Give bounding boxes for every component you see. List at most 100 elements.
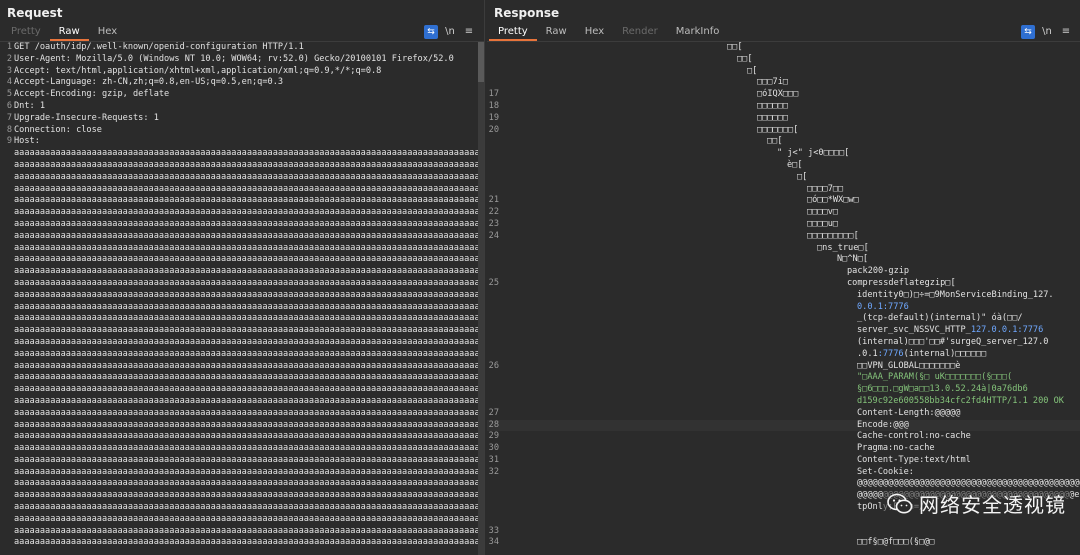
line-number	[487, 502, 501, 514]
menu-icon[interactable]: ≡	[462, 25, 476, 39]
host-filler-text: aaaaaaaaaaaaaaaaaaaaaaaaaaaaaaaaaaaaaaaa…	[14, 183, 484, 194]
request-line: aaaaaaaaaaaaaaaaaaaaaaaaaaaaaaaaaaaaaaaa…	[0, 266, 484, 278]
host-filler-text: aaaaaaaaaaaaaaaaaaaaaaaaaaaaaaaaaaaaaaaa…	[14, 372, 484, 383]
request-tab-pretty: Pretty	[11, 26, 41, 37]
line-text: □□□□□□□□□[	[807, 230, 859, 241]
host-filler-text: aaaaaaaaaaaaaaaaaaaaaaaaaaaaaaaaaaaaaaaa…	[14, 301, 484, 312]
line-number: 32	[488, 466, 499, 477]
line-number	[487, 184, 501, 196]
response-tab-pretty[interactable]: Pretty	[489, 24, 537, 41]
line-text: server_svc_NSSVC_HTTP_127.0.0.1:7776	[857, 325, 1044, 336]
request-scrollbar[interactable]	[478, 42, 484, 555]
line-number: 24	[488, 230, 499, 241]
line-number: 9	[6, 136, 12, 147]
line-text: □[	[797, 171, 808, 182]
line-number	[487, 54, 501, 66]
response-line: 26 □□VPN_GLOBAL□□□□□□□è	[487, 361, 1080, 373]
response-line: 23 □□□□u□	[487, 219, 1080, 231]
line-number	[0, 302, 14, 314]
request-line: 8 Connection: close	[0, 125, 484, 137]
request-line: aaaaaaaaaaaaaaaaaaaaaaaaaaaaaaaaaaaaaaaa…	[0, 526, 484, 538]
line-number: 3	[6, 65, 12, 76]
host-filler-text: aaaaaaaaaaaaaaaaaaaaaaaaaaaaaaaaaaaaaaaa…	[14, 525, 484, 536]
newline-icon[interactable]: \n	[443, 25, 457, 39]
line-number	[0, 467, 14, 479]
host-filler-text: aaaaaaaaaaaaaaaaaaaaaaaaaaaaaaaaaaaaaaaa…	[14, 490, 484, 501]
line-number: 2	[6, 53, 12, 64]
line-number	[487, 136, 501, 148]
line-number: 19	[488, 112, 499, 123]
line-number	[487, 172, 501, 184]
wrap-icon[interactable]: ⇆	[424, 24, 438, 39]
line-number	[487, 478, 501, 490]
line-text: Connection: close	[14, 124, 102, 135]
request-line: 2 User-Agent: Mozilla/5.0 (Windows NT 10.…	[0, 54, 484, 66]
response-line: §□6□□□.□gW□a□□13.0.52.24à|0a76db6	[487, 384, 1080, 396]
line-number	[0, 349, 14, 361]
response-line: □[	[487, 172, 1080, 184]
request-line: 5 Accept-Encoding: gzip, deflate	[0, 89, 484, 101]
response-line: □□[	[487, 42, 1080, 54]
request-line: aaaaaaaaaaaaaaaaaaaaaaaaaaaaaaaaaaaaaaaa…	[0, 514, 484, 526]
host-filler-text: aaaaaaaaaaaaaaaaaaaaaaaaaaaaaaaaaaaaaaaa…	[14, 148, 484, 159]
line-number	[0, 514, 14, 526]
line-number	[487, 254, 501, 266]
request-scrollbar-thumb[interactable]	[478, 42, 484, 82]
host-filler-text: aaaaaaaaaaaaaaaaaaaaaaaaaaaaaaaaaaaaaaaa…	[14, 478, 484, 489]
line-number	[487, 42, 501, 54]
line-number	[487, 266, 501, 278]
line-number	[0, 490, 14, 502]
request-editor[interactable]: 1 GET /oauth/idp/.well-known/openid-confi…	[0, 42, 484, 555]
line-text: □□□□v□	[807, 207, 839, 218]
response-line: □[	[487, 66, 1080, 78]
line-number	[487, 514, 501, 526]
request-line: aaaaaaaaaaaaaaaaaaaaaaaaaaaaaaaaaaaaaaaa…	[0, 313, 484, 325]
newline-icon[interactable]: \n	[1040, 25, 1054, 39]
line-text: Host:	[14, 136, 40, 147]
line-number	[0, 420, 14, 432]
line-number	[487, 396, 501, 408]
line-number: 29	[488, 431, 499, 442]
request-tab-raw[interactable]: Raw	[49, 24, 89, 41]
line-number	[487, 313, 501, 325]
wrap-icon[interactable]: ⇆	[1021, 24, 1035, 39]
request-pane: Request Pretty Raw Hex ⇆ \n ≡ 1 GET /oauth/…	[0, 0, 485, 555]
line-text	[501, 514, 857, 526]
request-line: aaaaaaaaaaaaaaaaaaaaaaaaaaaaaaaaaaaaaaaa…	[0, 349, 484, 361]
response-tab-raw[interactable]: Raw	[537, 24, 576, 41]
line-number: 34	[488, 537, 499, 548]
line-number	[0, 408, 14, 420]
line-text: □ns_true□[	[817, 242, 869, 253]
line-text: GET /oauth/idp/.well-known/openid-config…	[14, 42, 304, 52]
line-text: □□□□□□□[	[757, 124, 799, 135]
menu-icon[interactable]: ≡	[1059, 25, 1073, 39]
request-line: 3 Accept: text/html,application/xhtml+xml…	[0, 66, 484, 78]
response-line: 0.0.1:7776	[487, 302, 1080, 314]
line-text: □ó□□*WX□w□	[807, 195, 859, 206]
response-line: 28 Encode:@@@	[487, 419, 1080, 432]
response-editor[interactable]: □□[□□[□[□□□7i□ 17 □óIQX□□□ 18 □□□□□□ 19 □□□□□□…	[487, 42, 1080, 555]
host-filler-text: aaaaaaaaaaaaaaaaaaaaaaaaaaaaaaaaaaaaaaaa…	[14, 289, 484, 300]
line-number: 6	[6, 100, 12, 111]
request-line: 9 Host:	[0, 136, 484, 148]
response-line: 24 □□□□□□□□□[	[487, 231, 1080, 243]
response-line: è□[	[487, 160, 1080, 172]
line-text: □□[	[727, 42, 743, 52]
request-line: aaaaaaaaaaaaaaaaaaaaaaaaaaaaaaaaaaaaaaaa…	[0, 384, 484, 396]
line-number	[0, 207, 14, 219]
line-text: □□f§□@f□□□(§□@□	[857, 537, 935, 548]
line-number: 1	[6, 42, 12, 52]
request-line: 4 Accept-Language: zh-CN,zh;q=0.8,en-US;q…	[0, 77, 484, 89]
line-text	[501, 526, 857, 538]
line-text: tpOnly;Path=/	[501, 502, 924, 514]
request-line: aaaaaaaaaaaaaaaaaaaaaaaaaaaaaaaaaaaaaaaa…	[0, 160, 484, 172]
host-filler-text: aaaaaaaaaaaaaaaaaaaaaaaaaaaaaaaaaaaaaaaa…	[14, 254, 484, 265]
line-number: 7	[6, 112, 12, 123]
line-number	[0, 455, 14, 467]
line-text: N□^N□[	[837, 254, 869, 265]
response-tab-hex[interactable]: Hex	[576, 24, 613, 41]
response-tab-markinfo[interactable]: MarkInfo	[667, 24, 729, 41]
request-tab-hex[interactable]: Hex	[89, 24, 126, 41]
response-line: 20 □□□□□□□[	[487, 125, 1080, 137]
line-number	[0, 195, 14, 207]
